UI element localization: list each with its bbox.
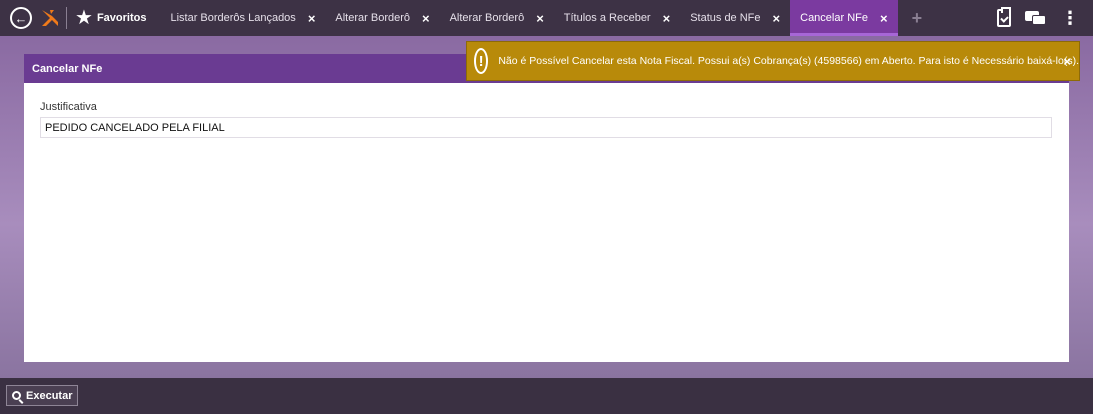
tab-label: Status de NFe <box>690 12 761 24</box>
search-icon <box>12 391 21 400</box>
tab-alterar-bordero-2[interactable]: Alterar Borderô × <box>440 0 554 36</box>
tab-list: Listar Borderôs Lançados × Alterar Borde… <box>160 0 899 36</box>
cancel-nfe-panel: Cancelar NFe Justificativa <box>24 54 1069 362</box>
close-icon[interactable]: × <box>422 11 430 26</box>
close-icon[interactable]: × <box>1063 54 1071 69</box>
kebab-menu-icon[interactable]: ⋮ <box>1061 9 1079 27</box>
toolbar-right: ⋮ <box>997 0 1079 36</box>
favorites-label: Favoritos <box>96 12 147 24</box>
tab-label: Alterar Borderô <box>449 12 525 24</box>
tab-label: Cancelar NFe <box>800 12 868 24</box>
close-icon[interactable]: × <box>663 11 671 26</box>
tab-label: Títulos a Receber <box>563 12 651 24</box>
top-tab-bar: ← ★ Favoritos Listar Borderôs Lançados ×… <box>0 0 1093 36</box>
tab-listar-borderos[interactable]: Listar Borderôs Lançados × <box>160 0 325 36</box>
tab-cancelar-nfe[interactable]: Cancelar NFe × <box>790 0 899 36</box>
bottom-bar: Executar <box>0 378 1093 414</box>
justificativa-input[interactable] <box>40 117 1052 138</box>
chat-icon[interactable] <box>1025 10 1047 26</box>
tab-label: Listar Borderôs Lançados <box>170 12 296 24</box>
tab-label: Alterar Borderô <box>335 12 410 24</box>
close-icon[interactable]: × <box>536 11 544 26</box>
alert-message: Não é Possível Cancelar esta Nota Fiscal… <box>498 55 1079 67</box>
execute-button[interactable]: Executar <box>6 385 79 406</box>
close-icon[interactable]: × <box>773 11 781 26</box>
close-icon[interactable]: × <box>880 11 888 26</box>
warning-icon: ! <box>474 48 489 74</box>
justificativa-label: Justificativa <box>40 101 97 113</box>
divider <box>66 7 67 29</box>
star-icon: ★ <box>75 7 93 29</box>
close-icon[interactable]: × <box>308 11 316 26</box>
error-alert: ! Não é Possível Cancelar esta Nota Fisc… <box>466 41 1080 81</box>
back-arrow-icon[interactable]: ← <box>10 7 32 29</box>
tab-status-de-nfe[interactable]: Status de NFe × <box>680 0 790 36</box>
favorites-button[interactable]: ★ Favoritos <box>75 8 146 28</box>
clipboard-check-icon[interactable] <box>997 7 1011 27</box>
brand-logo-icon <box>40 8 60 28</box>
tab-alterar-bordero-1[interactable]: Alterar Borderô × <box>325 0 439 36</box>
add-tab-icon[interactable]: + <box>912 8 923 29</box>
main-area: Cancelar NFe Justificativa <box>0 36 1093 378</box>
tab-titulos-a-receber[interactable]: Títulos a Receber × <box>554 0 680 36</box>
execute-label: Executar <box>26 389 73 402</box>
